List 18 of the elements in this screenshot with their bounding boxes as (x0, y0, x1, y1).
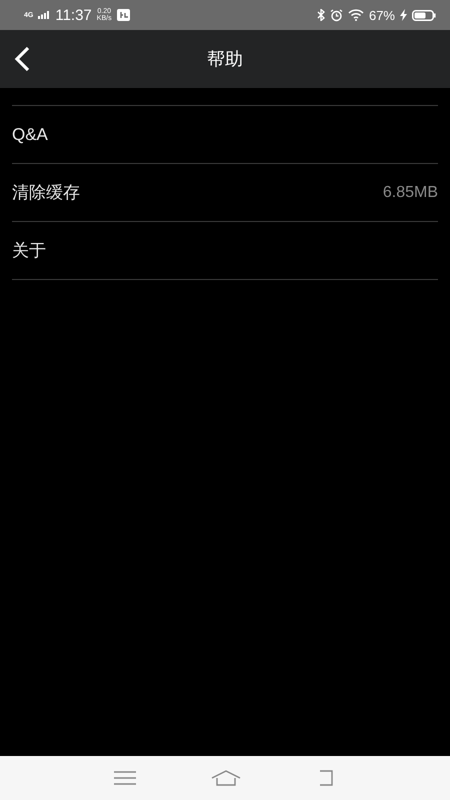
menu-button[interactable] (114, 771, 136, 785)
wifi-icon (348, 9, 364, 21)
app-notification-icon (116, 9, 130, 21)
alarm-icon (330, 8, 343, 22)
item-value: 6.85MB (382, 184, 438, 202)
battery-icon (412, 10, 436, 20)
item-label: 清除缓存 (12, 182, 80, 204)
settings-item[interactable]: 关于 (12, 222, 438, 280)
clock: 11:37 (55, 6, 92, 24)
page-title: 帮助 (207, 48, 243, 71)
signal-icon (38, 11, 50, 19)
settings-item[interactable]: Q&A (12, 106, 438, 164)
bluetooth-icon (316, 9, 325, 21)
settings-item[interactable]: 清除缓存 6.85MB (12, 164, 438, 222)
battery-percent: 67% (368, 8, 395, 22)
item-label: Q&A (12, 124, 48, 144)
item-label: 关于 (12, 240, 46, 262)
home-button[interactable] (211, 770, 241, 786)
